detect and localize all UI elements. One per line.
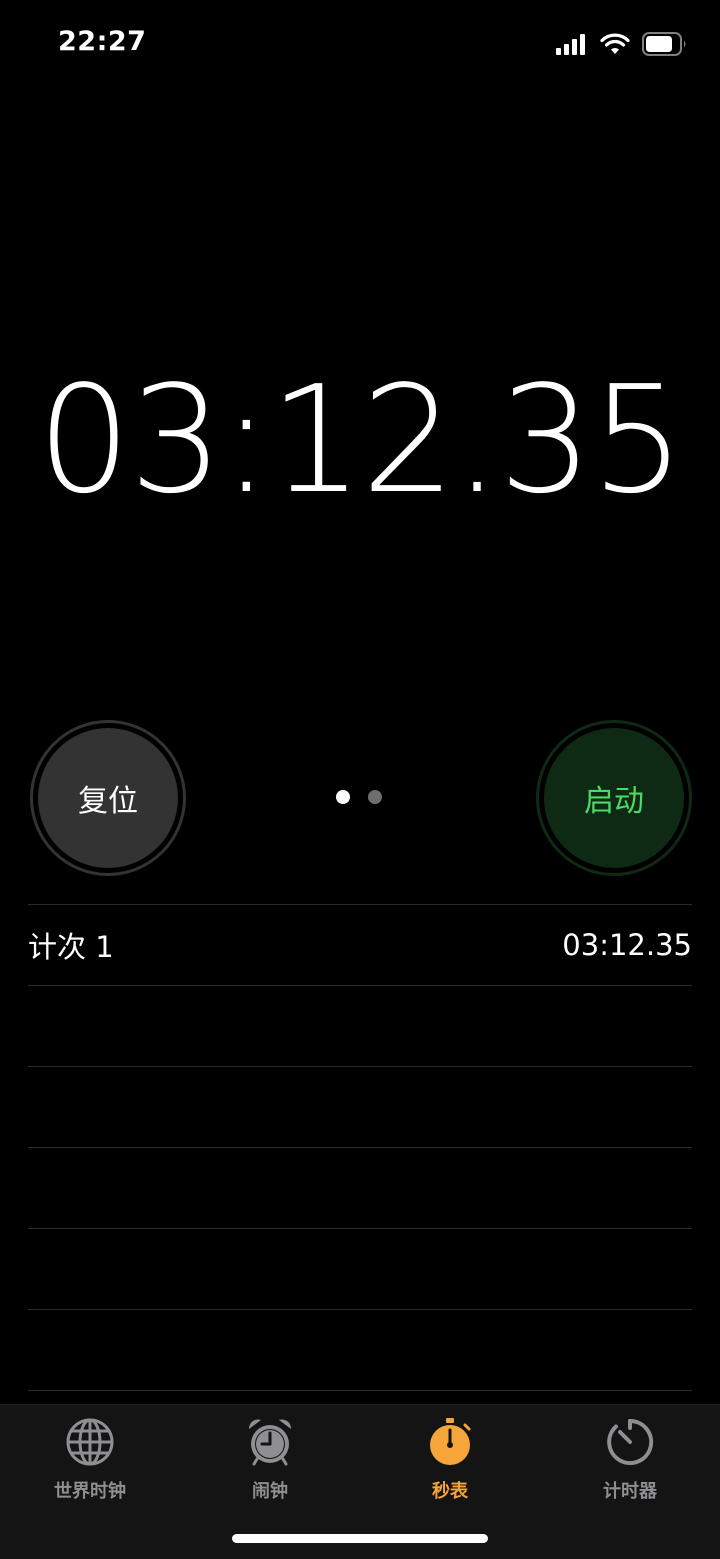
start-button-label: 启动 xyxy=(544,728,684,868)
empty-lap-row xyxy=(28,1147,692,1228)
tab-alarm[interactable]: 闹钟 xyxy=(180,1417,360,1503)
empty-lap-row xyxy=(28,985,692,1066)
empty-lap-row xyxy=(28,1066,692,1147)
tab-alarm-label: 闹钟 xyxy=(252,1481,288,1502)
tab-world-clock[interactable]: 世界时钟 xyxy=(0,1417,180,1503)
start-button[interactable]: 启动 xyxy=(536,720,692,876)
status-time: 22:27 xyxy=(58,26,147,57)
wifi-icon xyxy=(600,33,630,59)
empty-lap-row xyxy=(28,1228,692,1309)
page-dot-2[interactable] xyxy=(368,790,382,804)
cellular-signal-icon xyxy=(556,33,588,59)
status-bar: 22:27 xyxy=(0,0,720,92)
tab-world-clock-label: 世界时钟 xyxy=(54,1481,126,1502)
lap-label: 计次 1 xyxy=(28,930,114,964)
home-indicator[interactable] xyxy=(232,1534,488,1543)
status-icons xyxy=(556,32,688,60)
stopwatch-display: 03:12.35 xyxy=(37,354,685,526)
tab-timer-label: 计时器 xyxy=(603,1481,657,1502)
alarm-clock-icon xyxy=(245,1417,295,1471)
page-indicator[interactable] xyxy=(336,790,382,804)
tab-stopwatch[interactable]: 秒表 xyxy=(360,1417,540,1503)
tab-stopwatch-label: 秒表 xyxy=(432,1481,468,1502)
lap-time: 03:12.35 xyxy=(562,928,692,962)
reset-button-label: 复位 xyxy=(38,728,178,868)
lap-row: 计次 1 03:12.35 xyxy=(28,904,692,985)
battery-icon xyxy=(642,32,688,60)
reset-button[interactable]: 复位 xyxy=(30,720,186,876)
globe-icon xyxy=(65,1417,115,1471)
timer-icon xyxy=(605,1417,655,1471)
stopwatch-icon xyxy=(425,1417,475,1471)
page-dot-1[interactable] xyxy=(336,790,350,804)
laps-list: 计次 1 03:12.35 xyxy=(28,904,692,1391)
empty-lap-row xyxy=(28,1309,692,1391)
tab-timer[interactable]: 计时器 xyxy=(540,1417,720,1503)
